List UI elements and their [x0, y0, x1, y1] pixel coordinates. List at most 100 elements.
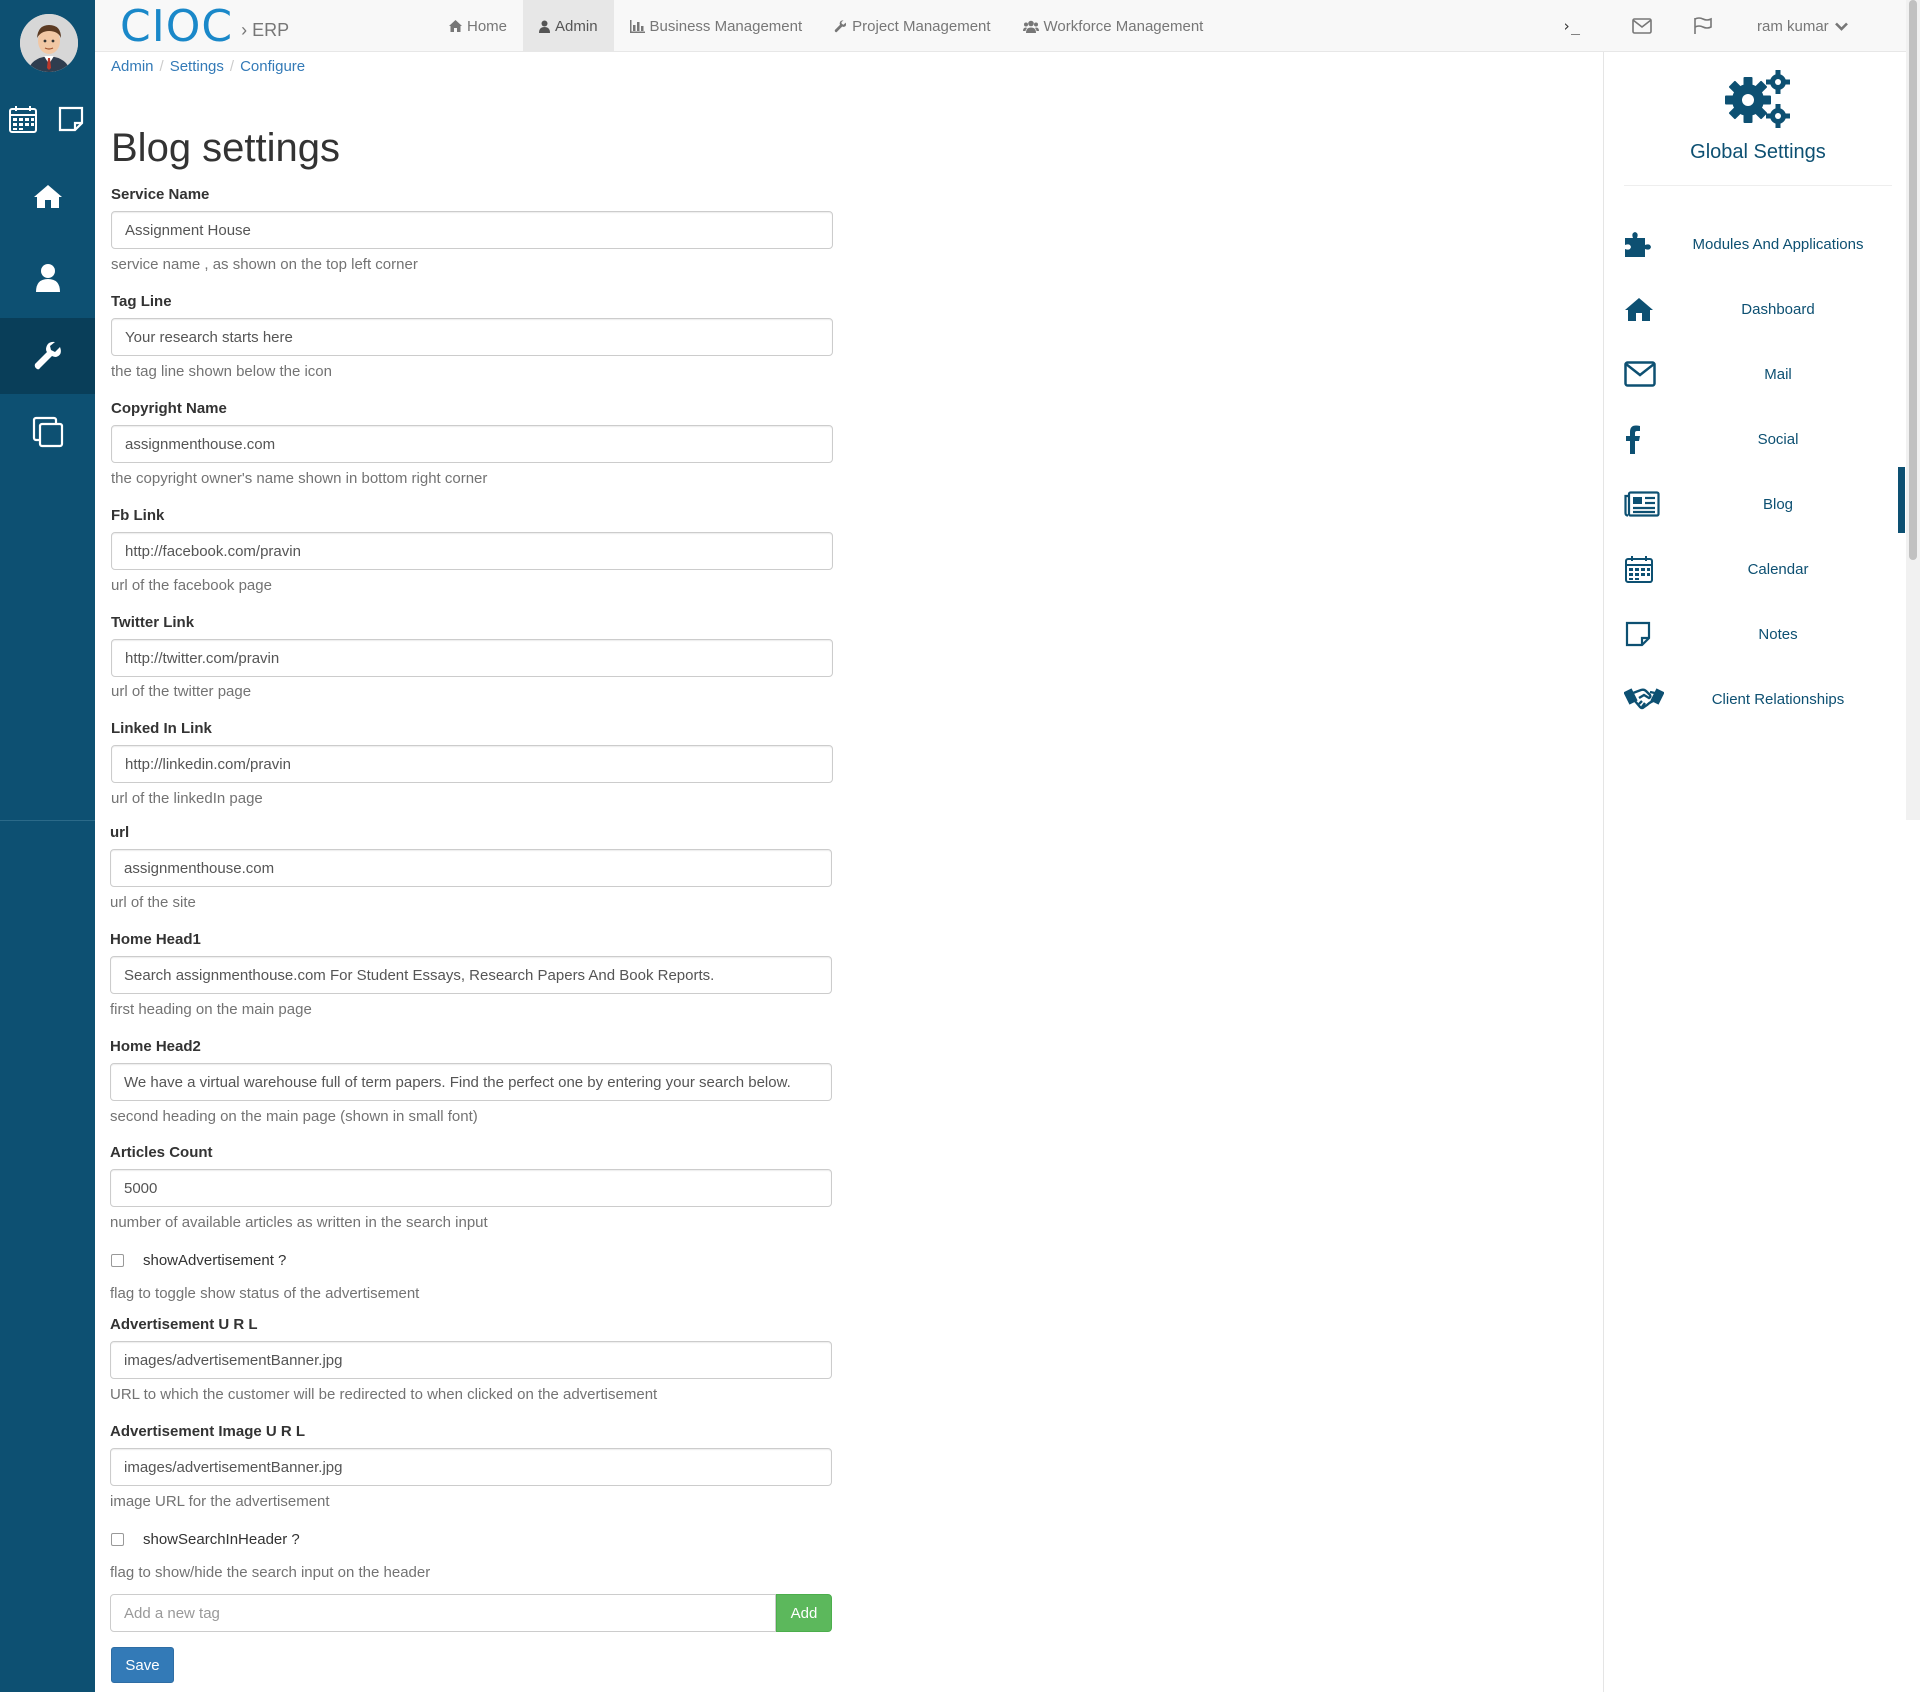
- settings-item-blog[interactable]: Blog: [1624, 484, 1892, 524]
- breadcrumb-configure[interactable]: Configure: [240, 58, 305, 75]
- show-advertisement-checkbox[interactable]: [111, 1254, 124, 1267]
- settings-item-client-relationships[interactable]: Client Relationships: [1624, 679, 1892, 719]
- global-settings-header: Global Settings: [1624, 52, 1892, 186]
- envelope-icon: [1624, 358, 1664, 390]
- home-head1-input[interactable]: Search assignmenthouse.com For Student E…: [110, 956, 832, 994]
- advertisement-image-url-help: image URL for the advertisement: [110, 1493, 330, 1510]
- advertisement-url-help: URL to which the customer will be redire…: [110, 1386, 658, 1403]
- linkedin-link-label: Linked In Link: [111, 720, 212, 737]
- linkedin-link-input[interactable]: http://linkedin.com/pravin: [111, 745, 833, 783]
- url-input[interactable]: assignmenthouse.com: [110, 849, 832, 887]
- calendar-icon[interactable]: [6, 102, 40, 136]
- home-head2-label: Home Head2: [110, 1038, 201, 1055]
- copy-icon[interactable]: [28, 413, 68, 451]
- main-nav: Home Admin Business Management Project M…: [433, 0, 1219, 52]
- mail-icon[interactable]: [1632, 0, 1652, 52]
- settings-item-calendar[interactable]: Calendar: [1624, 549, 1892, 589]
- brand-product-name: ERP: [252, 19, 290, 40]
- tag-line-input[interactable]: Your research starts here: [111, 318, 833, 356]
- nav-admin-label: Admin: [555, 17, 598, 35]
- newspaper-icon: [1624, 488, 1664, 520]
- page-title: Blog settings: [111, 126, 341, 170]
- sticky-note-icon[interactable]: [54, 102, 88, 136]
- home-head1-help: first heading on the main page: [110, 1001, 312, 1018]
- articles-count-input[interactable]: 5000: [110, 1169, 832, 1207]
- url-help: url of the site: [110, 894, 196, 911]
- nav-home[interactable]: Home: [433, 0, 523, 52]
- fb-link-input[interactable]: http://facebook.com/pravin: [111, 532, 833, 570]
- nav-workforce-management[interactable]: Workforce Management: [1007, 0, 1220, 52]
- wrench-icon: [834, 19, 847, 32]
- service-name-label: Service Name: [111, 186, 210, 203]
- advertisement-image-url-input[interactable]: images/advertisementBanner.jpg: [110, 1448, 832, 1486]
- home-head1-label: Home Head1: [110, 931, 201, 948]
- show-search-in-header-checkbox[interactable]: [111, 1533, 124, 1546]
- nav-business-management-label: Business Management: [649, 17, 803, 35]
- nav-business-management[interactable]: Business Management: [614, 0, 819, 52]
- nav-home-label: Home: [467, 17, 508, 35]
- brand[interactable]: CIOC › ERP: [120, 1, 289, 52]
- settings-item-calendar-label: Calendar: [1747, 560, 1809, 578]
- avatar[interactable]: [20, 14, 78, 72]
- bar-chart-icon: [629, 19, 645, 33]
- copyright-name-input[interactable]: assignmenthouse.com: [111, 425, 833, 463]
- flag-icon[interactable]: [1693, 0, 1713, 52]
- twitter-link-input[interactable]: http://twitter.com/pravin: [111, 639, 833, 677]
- home-icon: [1624, 293, 1664, 325]
- home-head2-input[interactable]: We have a virtual warehouse full of term…: [110, 1063, 832, 1101]
- settings-item-notes-label: Notes: [1758, 625, 1798, 643]
- breadcrumb: Admin / Settings / Configure: [111, 58, 305, 75]
- articles-count-help: number of available articles as written …: [110, 1214, 488, 1231]
- settings-item-notes[interactable]: Notes: [1624, 614, 1892, 654]
- home-head2-help: second heading on the main page (shown i…: [110, 1108, 478, 1125]
- top-navbar: CIOC › ERP Home Admin Business Managemen…: [95, 0, 1920, 52]
- breadcrumb-settings[interactable]: Settings: [170, 58, 224, 75]
- fb-link-help: url of the facebook page: [111, 577, 272, 594]
- show-advertisement-help: flag to toggle show status of the advert…: [110, 1285, 420, 1302]
- add-tag-button[interactable]: Add: [776, 1594, 832, 1632]
- user-menu[interactable]: ram kumar: [1757, 0, 1848, 52]
- show-search-in-header-help: flag to show/hide the search input on th…: [110, 1564, 431, 1581]
- service-name-input[interactable]: Assignment House: [111, 211, 833, 249]
- nav-admin[interactable]: Admin: [523, 0, 614, 52]
- nav-project-management-label: Project Management: [852, 17, 991, 35]
- left-sidebar: [0, 0, 95, 1692]
- settings-item-client-relationships-label: Client Relationships: [1711, 690, 1845, 708]
- settings-item-mail-label: Mail: [1764, 365, 1792, 383]
- brand-separator: ›: [241, 19, 248, 40]
- brand-logo[interactable]: CIOC: [120, 1, 233, 52]
- terminal-glyph: ›_: [1562, 17, 1581, 35]
- chevron-down-icon: [1834, 22, 1848, 31]
- settings-item-blog-label: Blog: [1762, 495, 1794, 513]
- advertisement-image-url-label: Advertisement Image U R L: [110, 1423, 306, 1440]
- right-panel-scrollbar[interactable]: [1906, 0, 1920, 820]
- settings-item-social[interactable]: Social: [1624, 419, 1892, 459]
- home-icon[interactable]: [28, 178, 68, 214]
- copyright-name-label: Copyright Name: [111, 400, 227, 417]
- settings-item-mail[interactable]: Mail: [1624, 354, 1892, 394]
- terminal-icon[interactable]: ›_: [1562, 0, 1580, 52]
- settings-item-modules[interactable]: Modules And Applications: [1624, 224, 1892, 264]
- tag-input[interactable]: Add a new tag: [110, 1594, 776, 1632]
- url-label: url: [110, 824, 130, 841]
- nav-workforce-management-label: Workforce Management: [1043, 17, 1204, 35]
- home-icon: [449, 20, 462, 32]
- settings-item-dashboard[interactable]: Dashboard: [1624, 289, 1892, 329]
- service-name-help: service name , as shown on the top left …: [111, 256, 418, 273]
- show-search-in-header-label: showSearchInHeader ?: [143, 1531, 300, 1548]
- sidebar-divider: [0, 820, 95, 821]
- save-button[interactable]: Save: [111, 1647, 174, 1683]
- wrench-icon[interactable]: [28, 337, 68, 375]
- tag-line-label: Tag Line: [111, 293, 172, 310]
- linkedin-link-help: url of the linkedIn page: [111, 790, 263, 807]
- user-icon[interactable]: [28, 260, 68, 296]
- breadcrumb-admin[interactable]: Admin: [111, 58, 154, 75]
- scrollbar-thumb[interactable]: [1909, 0, 1917, 560]
- calendar-icon: [1624, 553, 1664, 585]
- brand-product: › ERP: [241, 20, 289, 41]
- user-name: ram kumar: [1757, 17, 1829, 35]
- nav-project-management[interactable]: Project Management: [818, 0, 1006, 52]
- user-icon: [539, 20, 551, 33]
- copyright-name-help: the copyright owner's name shown in bott…: [111, 470, 488, 487]
- advertisement-url-input[interactable]: images/advertisementBanner.jpg: [110, 1341, 832, 1379]
